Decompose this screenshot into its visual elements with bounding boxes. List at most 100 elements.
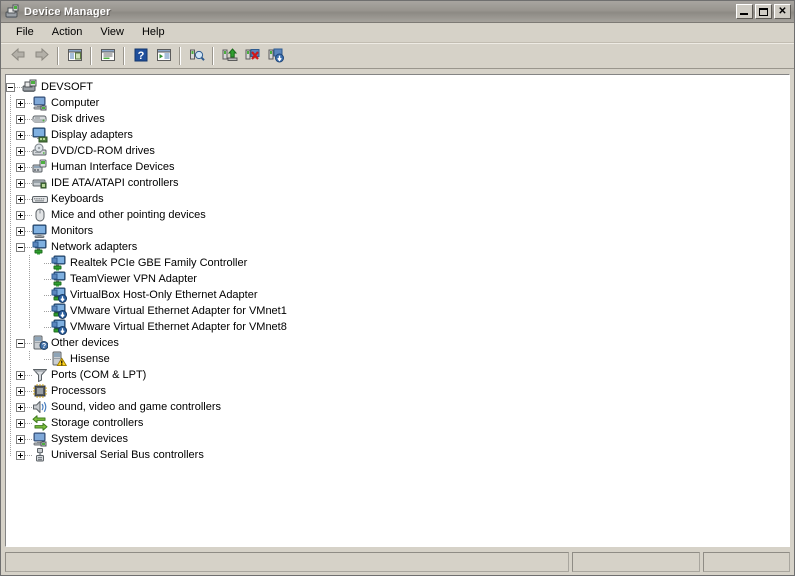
tree-node-vmware-virtual-ethernet-adapter-vmnet1[interactable]: VMware Virtual Ethernet Adapter for VMne… [6, 303, 789, 319]
collapse-minus-icon[interactable] [16, 339, 25, 348]
expand-plus-icon[interactable] [16, 115, 25, 124]
action-pane-icon [156, 47, 172, 66]
tree-node-system-devices[interactable]: System devices [6, 431, 789, 447]
tree-connector [25, 415, 32, 431]
update-driver-button[interactable] [218, 45, 241, 67]
svg-text:?: ? [137, 50, 144, 62]
tree-node-storage-controllers[interactable]: Storage controllers [6, 415, 789, 431]
network-adapter-disabled-icon [51, 287, 67, 303]
expand-plus-icon[interactable] [16, 99, 25, 108]
tree-leaf-spacer [35, 307, 44, 316]
tree-node-keyboards[interactable]: Keyboards [6, 191, 789, 207]
tree-node-processors[interactable]: Processors [6, 383, 789, 399]
tree-connector [25, 159, 32, 175]
tree-node-label: System devices [48, 431, 128, 447]
close-button[interactable]: ✕ [774, 4, 791, 19]
tree-leaf-spacer [35, 291, 44, 300]
expand-plus-icon[interactable] [16, 227, 25, 236]
uninstall-device-button[interactable] [241, 45, 264, 67]
status-pane-main [5, 552, 569, 572]
tree-node-ports-com-lpt[interactable]: Ports (COM & LPT) [6, 367, 789, 383]
tree-node-network-adapters[interactable]: Network adapters [6, 239, 789, 255]
tree-node-mice-and-other-pointing-devices[interactable]: Mice and other pointing devices [6, 207, 789, 223]
tree-connector [44, 255, 51, 271]
network-adapter-icon [32, 239, 48, 255]
device-tree-panel[interactable]: DEVSOFTComputerDisk drivesDisplay adapte… [5, 74, 790, 547]
tree-node-label: TeamViewer VPN Adapter [67, 271, 197, 287]
show-hide-action-pane-button[interactable] [152, 45, 175, 67]
tree-node-label: VirtualBox Host-Only Ethernet Adapter [67, 287, 258, 303]
tree-indent [6, 175, 16, 191]
tree-node-dvd-cdrom-drives[interactable]: DVD/CD-ROM drives [6, 143, 789, 159]
tree-connector [25, 447, 32, 463]
expand-plus-icon[interactable] [16, 179, 25, 188]
keyboard-icon [32, 191, 48, 207]
expand-plus-icon[interactable] [16, 147, 25, 156]
titlebar[interactable]: Device Manager ✕ [1, 1, 794, 23]
tree-node-monitors[interactable]: Monitors [6, 223, 789, 239]
uninstall-device-icon [245, 47, 261, 66]
show-hide-console-tree-button[interactable] [63, 45, 86, 67]
tree-connector [25, 335, 32, 351]
computer-server-icon [22, 79, 38, 95]
forward-button[interactable] [30, 45, 53, 67]
tree-node-devsoft[interactable]: DEVSOFT [6, 79, 789, 95]
menu-file[interactable]: File [7, 24, 43, 41]
back-button[interactable] [7, 45, 30, 67]
menu-help[interactable]: Help [133, 24, 174, 41]
expand-plus-icon[interactable] [16, 131, 25, 140]
tree-node-human-interface-devices[interactable]: Human Interface Devices [6, 159, 789, 175]
properties-icon [100, 47, 116, 66]
tree-node-realtek-pcie-gbe-family-controller[interactable]: Realtek PCIe GBE Family Controller [6, 255, 789, 271]
expand-plus-icon[interactable] [16, 419, 25, 428]
tree-node-universal-serial-bus-controllers[interactable]: Universal Serial Bus controllers [6, 447, 789, 463]
expand-plus-icon[interactable] [16, 451, 25, 460]
expand-plus-icon[interactable] [16, 211, 25, 220]
tree-leaf-spacer [35, 323, 44, 332]
tree-connector [25, 223, 32, 239]
network-adapter-disabled-icon [51, 303, 67, 319]
disable-device-button[interactable] [264, 45, 287, 67]
collapse-minus-icon[interactable] [16, 243, 25, 252]
tree-indent [6, 287, 35, 303]
tree-node-hisense[interactable]: Hisense [6, 351, 789, 367]
tree-node-ide-ata-atapi-controllers[interactable]: IDE ATA/ATAPI controllers [6, 175, 789, 191]
tree-node-virtualbox-host-only-ethernet-adapter[interactable]: VirtualBox Host-Only Ethernet Adapter [6, 287, 789, 303]
expand-plus-icon[interactable] [16, 371, 25, 380]
tree-indent [6, 207, 16, 223]
expand-plus-icon[interactable] [16, 435, 25, 444]
toolbar-separator-3 [123, 47, 125, 65]
tree-node-display-adapters[interactable]: Display adapters [6, 127, 789, 143]
properties-button[interactable] [96, 45, 119, 67]
expand-plus-icon[interactable] [16, 163, 25, 172]
tree-node-computer[interactable]: Computer [6, 95, 789, 111]
tree-node-label: Hisense [67, 351, 110, 367]
help-button[interactable]: ? [129, 45, 152, 67]
tree-node-label: Sound, video and game controllers [48, 399, 221, 415]
system-device-icon [32, 431, 48, 447]
minimize-button[interactable] [736, 4, 753, 19]
tree-connector [44, 303, 51, 319]
expand-plus-icon[interactable] [16, 387, 25, 396]
scan-for-hardware-changes-button[interactable] [185, 45, 208, 67]
maximize-button[interactable] [755, 4, 772, 19]
close-icon: ✕ [775, 5, 790, 18]
tree-node-other-devices[interactable]: ?Other devices [6, 335, 789, 351]
tree-node-vmware-virtual-ethernet-adapter-vmnet8[interactable]: VMware Virtual Ethernet Adapter for VMne… [6, 319, 789, 335]
menu-view[interactable]: View [91, 24, 133, 41]
arrow-left-icon [10, 47, 27, 65]
expand-plus-icon[interactable] [16, 403, 25, 412]
svg-text:?: ? [42, 343, 46, 350]
expand-plus-icon[interactable] [16, 195, 25, 204]
collapse-minus-icon[interactable] [6, 83, 15, 92]
tree-node-disk-drives[interactable]: Disk drives [6, 111, 789, 127]
statusbar [5, 552, 790, 572]
tree-node-sound-video-and-game-controllers[interactable]: Sound, video and game controllers [6, 399, 789, 415]
tree-indent [6, 111, 16, 127]
status-pane-third [703, 552, 790, 572]
menu-action[interactable]: Action [43, 24, 92, 41]
tree-node-teamviewer-vpn-adapter[interactable]: TeamViewer VPN Adapter [6, 271, 789, 287]
storage-controller-icon [32, 415, 48, 431]
tree-indent [6, 143, 16, 159]
tree-indent [6, 447, 16, 463]
